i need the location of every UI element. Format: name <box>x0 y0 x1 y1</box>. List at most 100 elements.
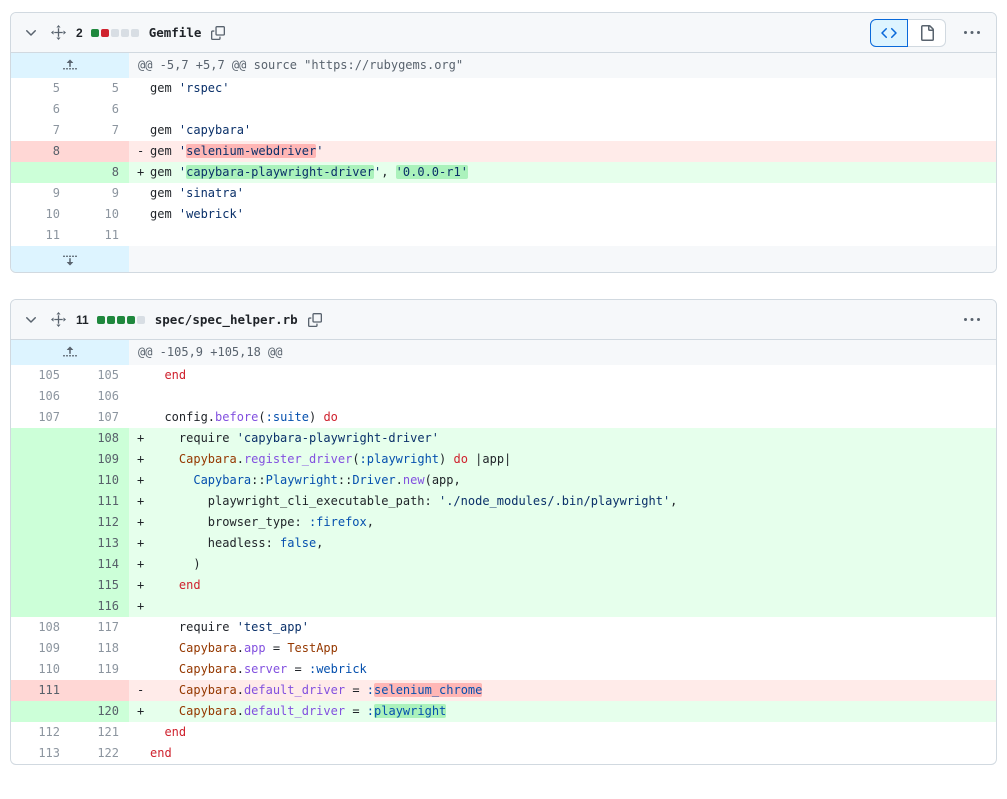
new-line-number[interactable]: 112 <box>70 512 129 533</box>
new-line-number[interactable] <box>70 680 129 701</box>
expand-down-button[interactable] <box>11 246 129 272</box>
expand-up-button[interactable] <box>11 340 129 365</box>
new-line-number[interactable]: 9 <box>70 183 129 204</box>
old-line-number[interactable]: 113 <box>11 743 70 764</box>
code-token: browser_type: <box>150 515 309 529</box>
file-name[interactable]: spec/spec_helper.rb <box>155 312 298 327</box>
diff-line-context: 112 121 end <box>11 722 996 743</box>
old-line-number[interactable] <box>11 701 70 722</box>
old-line-number[interactable] <box>11 596 70 617</box>
code-token: end <box>150 746 172 760</box>
line-content: gem 'capybara' <box>129 120 996 141</box>
old-line-number[interactable]: 112 <box>11 722 70 743</box>
copy-icon <box>307 312 322 327</box>
diff-line-context: 99 gem 'sinatra' <box>11 183 996 204</box>
copy-path-button[interactable] <box>209 24 227 42</box>
old-line-number[interactable]: 108 <box>11 617 70 638</box>
old-line-number[interactable]: 111 <box>11 680 70 701</box>
old-line-number[interactable]: 105 <box>11 365 70 386</box>
rich-diff-button[interactable] <box>908 18 946 47</box>
old-line-number[interactable] <box>11 575 70 596</box>
new-line-number[interactable]: 10 <box>70 204 129 225</box>
new-line-number[interactable]: 111 <box>70 491 129 512</box>
copy-path-button[interactable] <box>306 311 324 329</box>
code-token: . <box>236 662 244 676</box>
old-line-number[interactable]: 8 <box>11 141 70 162</box>
old-line-number[interactable]: 7 <box>11 120 70 141</box>
new-line-number[interactable]: 114 <box>70 554 129 575</box>
file-header: 11 spec/spec_helper.rb <box>11 300 996 340</box>
new-line-number[interactable]: 122 <box>70 743 129 764</box>
new-line-number[interactable]: 108 <box>70 428 129 449</box>
new-line-number[interactable]: 119 <box>70 659 129 680</box>
new-line-number[interactable]: 121 <box>70 722 129 743</box>
file-options-button[interactable] <box>958 21 986 45</box>
code-token: : <box>366 704 375 718</box>
code-token: gem <box>150 81 179 95</box>
new-line-number[interactable]: 117 <box>70 617 129 638</box>
diff-line-context: 113 122 end <box>11 743 996 764</box>
old-line-number[interactable] <box>11 554 70 575</box>
new-line-number[interactable]: 105 <box>70 365 129 386</box>
old-line-number[interactable] <box>11 512 70 533</box>
new-line-number[interactable]: 8 <box>70 162 129 183</box>
old-line-number[interactable]: 11 <box>11 225 70 246</box>
hunk-header-text: @@ -105,9 +105,18 @@ <box>138 345 283 359</box>
diff-line-add: 108 + require 'capybara-playwright-driver… <box>11 428 996 449</box>
diffstat-square-add <box>90 28 99 37</box>
new-line-number[interactable]: 116 <box>70 596 129 617</box>
drag-handle-icon[interactable] <box>49 23 68 42</box>
old-line-number[interactable]: 110 <box>11 659 70 680</box>
old-line-number[interactable]: 107 <box>11 407 70 428</box>
old-line-number[interactable] <box>11 428 70 449</box>
diff-marker: + <box>137 536 145 550</box>
old-line-number[interactable] <box>11 449 70 470</box>
source-diff-button[interactable] <box>870 18 908 47</box>
expand-context-row <box>11 246 996 272</box>
old-line-number[interactable]: 6 <box>11 99 70 120</box>
old-line-number[interactable]: 10 <box>11 204 70 225</box>
diff-marker <box>137 99 150 120</box>
code-token: . <box>236 683 244 697</box>
new-line-number[interactable]: 11 <box>70 225 129 246</box>
new-line-number[interactable]: 110 <box>70 470 129 491</box>
diff-marker <box>137 617 150 638</box>
diff-marker <box>137 120 150 141</box>
collapse-file-button[interactable] <box>21 310 41 330</box>
old-line-number[interactable]: 106 <box>11 386 70 407</box>
old-line-number[interactable] <box>11 491 70 512</box>
new-line-number[interactable]: 107 <box>70 407 129 428</box>
diff-marker: + <box>137 704 145 718</box>
old-line-number[interactable] <box>11 533 70 554</box>
file-options-button[interactable] <box>958 308 986 332</box>
code-icon <box>881 25 897 41</box>
old-line-number[interactable]: 5 <box>11 78 70 99</box>
new-line-number[interactable]: 7 <box>70 120 129 141</box>
code-token: . <box>236 641 244 655</box>
code-tokens: headless: false, <box>150 536 324 550</box>
new-line-number[interactable]: 118 <box>70 638 129 659</box>
diffstat-square-n <box>120 28 129 37</box>
collapse-file-button[interactable] <box>21 23 41 43</box>
hunk-header-row: @@ -105,9 +105,18 @@ <box>11 340 996 365</box>
diff-line-context: 11 11 <box>11 225 996 246</box>
old-line-number[interactable]: 109 <box>11 638 70 659</box>
new-line-number[interactable]: 113 <box>70 533 129 554</box>
new-line-number[interactable]: 5 <box>70 78 129 99</box>
code-tokens: Capybara.default_driver = :selenium_chro… <box>150 683 483 697</box>
expand-up-button[interactable] <box>11 53 129 78</box>
drag-handle-icon[interactable] <box>49 310 68 329</box>
old-line-number[interactable] <box>11 470 70 491</box>
new-line-number[interactable]: 115 <box>70 575 129 596</box>
code-token: Playwright <box>265 473 338 487</box>
line-content: - gem 'selenium-webdriver' <box>129 141 996 162</box>
new-line-number[interactable]: 106 <box>70 386 129 407</box>
new-line-number[interactable]: 120 <box>70 701 129 722</box>
chevron-down-icon <box>23 312 39 328</box>
old-line-number[interactable]: 9 <box>11 183 70 204</box>
new-line-number[interactable]: 6 <box>70 99 129 120</box>
new-line-number[interactable]: 109 <box>70 449 129 470</box>
file-name[interactable]: Gemfile <box>149 25 202 40</box>
old-line-number[interactable] <box>11 162 70 183</box>
new-line-number[interactable] <box>70 141 129 162</box>
